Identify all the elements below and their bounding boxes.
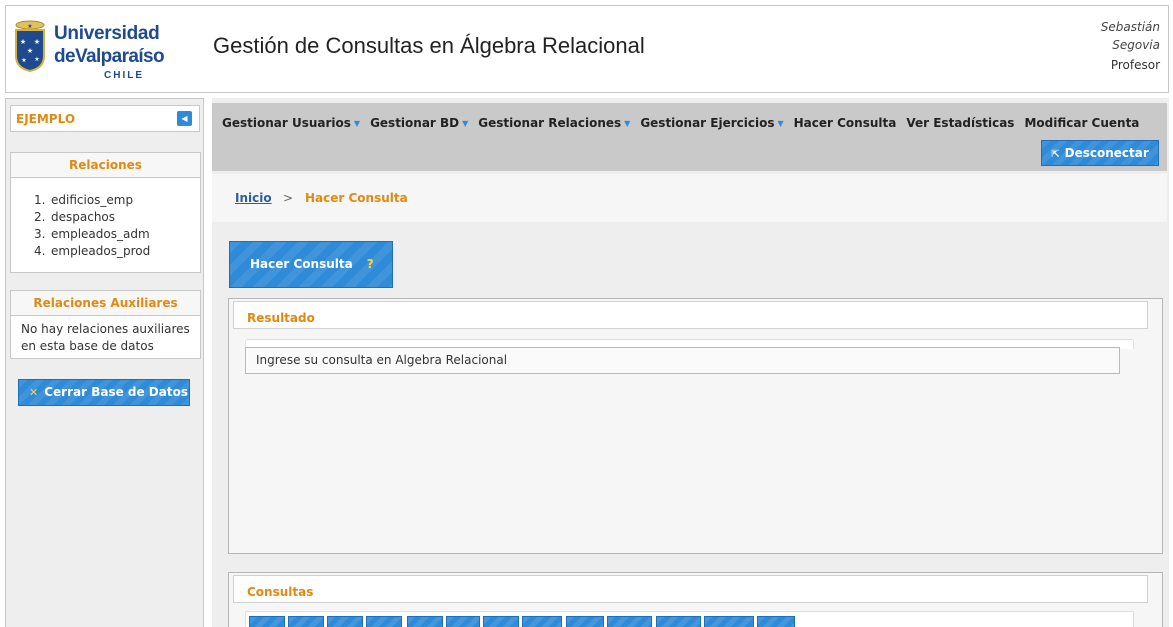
aux-relations-text: No hay relaciones auxiliares en esta bas…	[21, 322, 190, 353]
relation-name: edificios_emp	[51, 193, 134, 207]
operator-button[interactable]	[446, 616, 480, 627]
operator-button[interactable]	[288, 616, 324, 627]
nav-gestionar-usuarios[interactable]: Gestionar Usuarios ▼	[222, 116, 360, 130]
relations-title: Relaciones	[11, 153, 200, 178]
chevron-down-icon: ▼	[462, 119, 469, 128]
operator-toolbar	[245, 611, 1134, 627]
logout-button[interactable]: ⇱ Desconectar	[1041, 140, 1159, 166]
university-shield-icon: ★ ★ ★ ★ ★ ★	[15, 20, 45, 72]
operator-button[interactable]	[249, 616, 285, 627]
nav-gestionar-bd[interactable]: Gestionar BD ▼	[370, 116, 468, 130]
queries-panel: Consultas	[228, 572, 1163, 627]
svg-text:★: ★	[27, 47, 33, 55]
relations-list: 1. edificios_emp 2. despachos 3. empleados_…	[21, 192, 190, 260]
aux-relations-panel: Relaciones Auxiliares No hay relaciones …	[10, 290, 201, 359]
operator-button[interactable]	[327, 616, 363, 627]
svg-text:★: ★	[21, 57, 26, 64]
collapse-sidebar-icon[interactable]: ◀	[177, 111, 192, 126]
sidebar: EJEMPLO ◀ Relaciones 1. edificios_emp 2. d…	[5, 98, 204, 627]
relation-name: empleados_adm	[51, 227, 150, 241]
external-link-icon: ⇱	[1051, 149, 1060, 160]
close-database-button[interactable]: ✕ Cerrar Base de Datos	[18, 379, 190, 406]
page-title: Gestión de Consultas en Álgebra Relacion…	[213, 33, 645, 58]
result-panel: Resultado Ingrese su consulta en Algebra…	[228, 298, 1163, 554]
university-country: CHILE	[104, 70, 144, 81]
user-last-name: Segovia	[1112, 38, 1160, 52]
operator-button[interactable]	[704, 616, 754, 627]
result-message: Ingrese su consulta en Algebra Relaciona…	[245, 347, 1120, 374]
result-title: Resultado	[233, 301, 1148, 329]
svg-text:★: ★	[20, 38, 26, 46]
operator-button[interactable]	[522, 616, 562, 627]
breadcrumb-separator: >	[283, 191, 294, 205]
nav-modificar-cuenta[interactable]: Modificar Cuenta	[1024, 116, 1139, 130]
queries-title: Consultas	[233, 575, 1148, 603]
database-name: EJEMPLO	[16, 112, 76, 126]
nav-gestionar-ejercicios[interactable]: Gestionar Ejercicios ▼	[640, 116, 783, 130]
operator-button[interactable]	[656, 616, 701, 627]
relations-panel: Relaciones 1. edificios_emp 2. despachos 3…	[10, 152, 201, 273]
operator-button[interactable]	[407, 616, 443, 627]
nav-ver-estadisticas[interactable]: Ver Estadísticas	[906, 116, 1014, 130]
database-selector: EJEMPLO ◀	[10, 105, 200, 132]
close-icon: ✕	[29, 386, 39, 399]
top-navbar: Gestionar Usuarios ▼ Gestionar BD ▼ Gestio…	[212, 103, 1167, 171]
university-name-line1: Universidad	[54, 23, 160, 44]
chevron-down-icon: ▼	[353, 119, 361, 128]
breadcrumb-home-link[interactable]: Inicio	[235, 191, 272, 205]
breadcrumb: Inicio > Hacer Consulta	[212, 174, 1167, 222]
make-query-label: Hacer Consulta	[250, 257, 353, 271]
list-item[interactable]: 4. empleados_prod	[34, 243, 190, 260]
chevron-down-icon: ▼	[777, 119, 784, 128]
operator-button[interactable]	[483, 616, 519, 627]
list-item[interactable]: 3. empleados_adm	[34, 226, 190, 243]
chevron-down-icon: ▼	[624, 119, 631, 128]
svg-text:★: ★	[34, 38, 40, 46]
operator-button[interactable]	[566, 616, 604, 627]
breadcrumb-current: Hacer Consulta	[305, 191, 408, 205]
operator-button[interactable]	[607, 616, 652, 627]
app-header: ★ ★ ★ ★ ★ ★ Universidad deValparaíso CHI…	[5, 5, 1169, 93]
user-role: Profesor	[1110, 58, 1160, 72]
help-icon[interactable]: ?	[367, 257, 374, 271]
university-name-line2: deValparaíso	[54, 46, 165, 67]
close-database-label: Cerrar Base de Datos	[44, 385, 188, 399]
main-content: Gestionar Usuarios ▼ Gestionar BD ▼ Gestio…	[212, 98, 1169, 627]
relation-name: empleados_prod	[51, 244, 151, 258]
aux-relations-title: Relaciones Auxiliares	[11, 291, 200, 316]
svg-text:★: ★	[27, 23, 32, 30]
user-info: Sebastián Segovia Profesor	[1101, 18, 1160, 74]
list-item[interactable]: 2. despachos	[34, 209, 190, 226]
user-first-name: Sebastián	[1100, 20, 1160, 34]
logout-label: Desconectar	[1064, 146, 1149, 160]
list-item[interactable]: 1. edificios_emp	[34, 192, 190, 209]
nav-gestionar-relaciones[interactable]: Gestionar Relaciones ▼	[478, 116, 630, 130]
nav-hacer-consulta[interactable]: Hacer Consulta	[794, 116, 897, 130]
make-query-button[interactable]: Hacer Consulta?	[229, 241, 393, 288]
operator-button[interactable]	[366, 616, 402, 627]
relation-name: despachos	[51, 210, 116, 224]
svg-text:★: ★	[34, 56, 39, 63]
university-logo[interactable]: ★ ★ ★ ★ ★ ★ Universidad deValparaíso CHI…	[12, 12, 165, 84]
operator-button[interactable]	[757, 616, 795, 627]
